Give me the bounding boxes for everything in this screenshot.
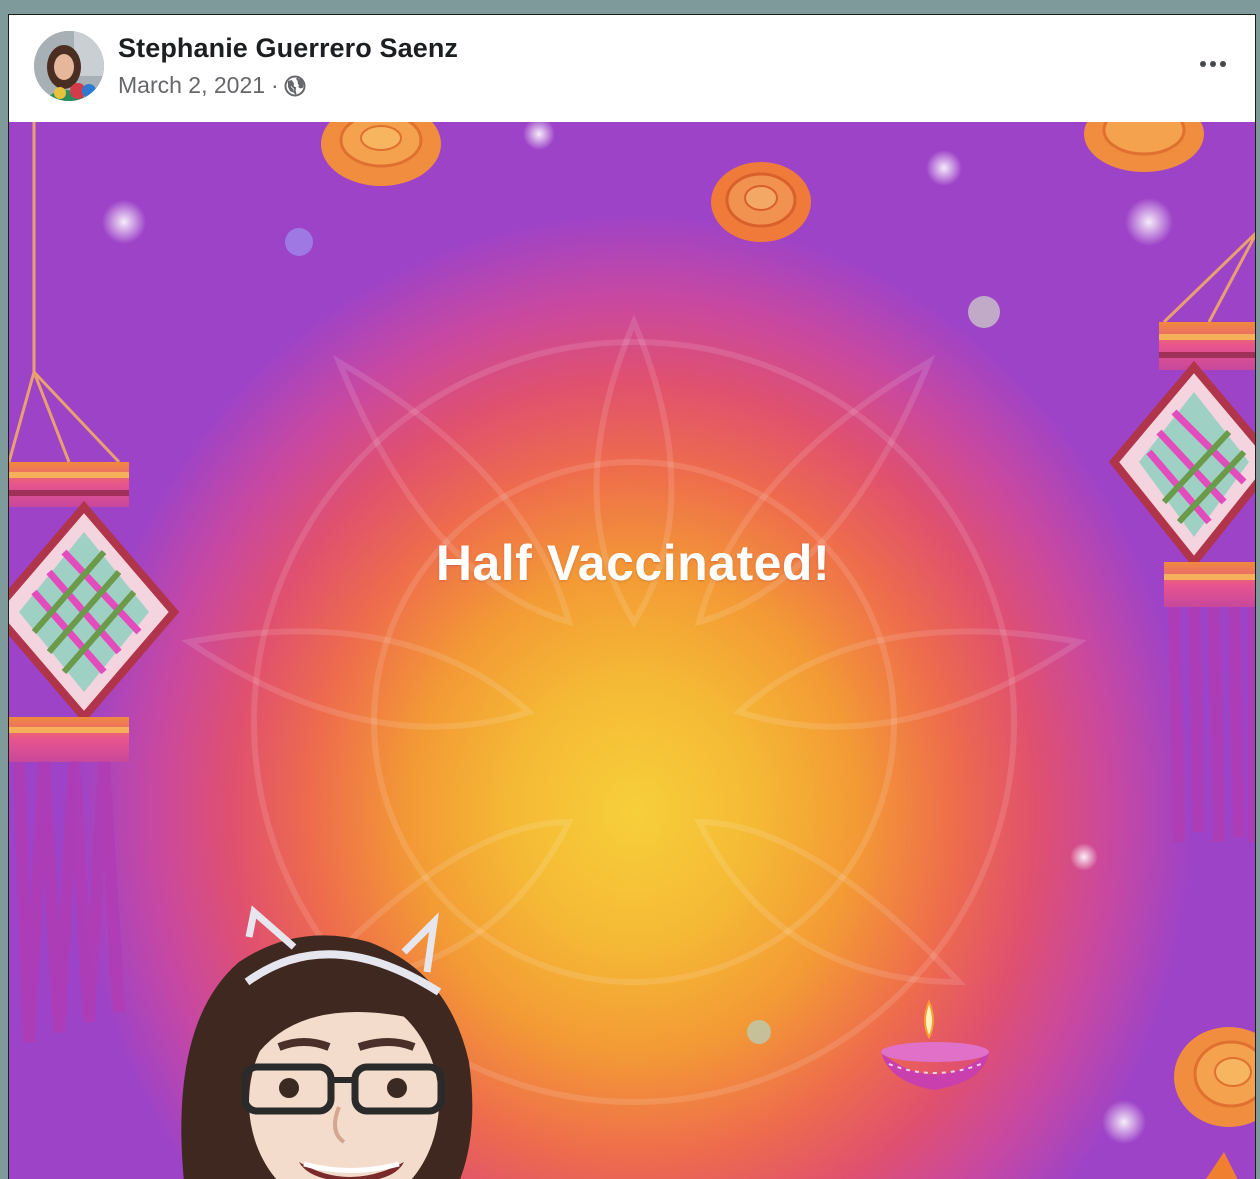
marigold-flower: [711, 162, 811, 242]
post-date[interactable]: March 2, 2021: [118, 72, 265, 99]
avatar-photo: [34, 31, 104, 101]
post-media[interactable]: Half Vaccinated!: [9, 122, 1255, 1179]
globe-icon[interactable]: [284, 75, 306, 97]
marigold-flower: [321, 122, 441, 186]
post-card: Stephanie Guerrero Saenz March 2, 2021 ·: [8, 14, 1256, 1179]
post-meta: March 2, 2021 ·: [118, 72, 306, 99]
corner-decoration: [1206, 1152, 1238, 1179]
post-header: Stephanie Guerrero Saenz March 2, 2021 ·: [9, 15, 1255, 121]
diya-lamp: [881, 999, 989, 1090]
meta-separator: ·: [271, 72, 279, 98]
post-headline: Half Vaccinated!: [435, 535, 831, 591]
more-dot: [1210, 61, 1216, 67]
more-dot: [1220, 61, 1226, 67]
more-options-icon: [1200, 61, 1206, 67]
author-avatar[interactable]: [34, 31, 104, 101]
author-name[interactable]: Stephanie Guerrero Saenz: [118, 33, 458, 64]
marigold-flower: [1084, 122, 1204, 172]
festival-background-art: [9, 122, 1255, 1179]
marigold-flower: [1174, 1027, 1255, 1127]
avatar-character: [181, 905, 473, 1179]
more-options-button[interactable]: [1193, 49, 1233, 79]
